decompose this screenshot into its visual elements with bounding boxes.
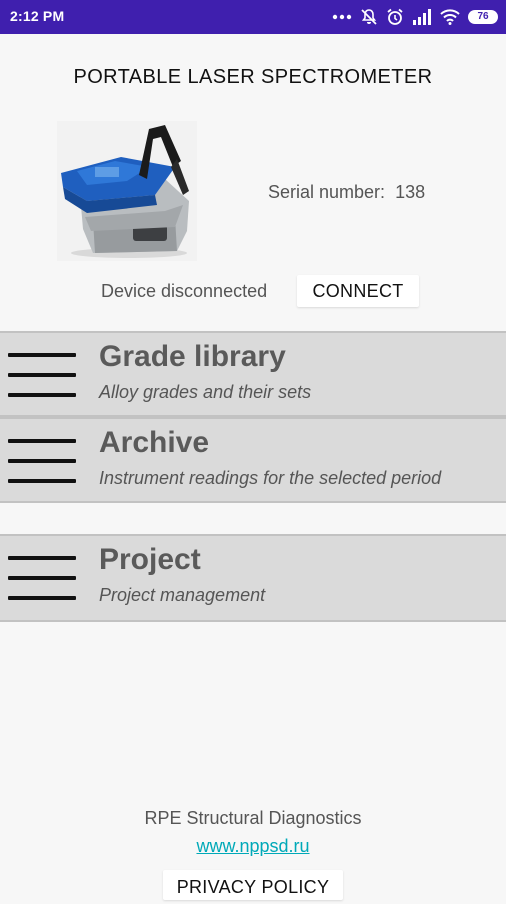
dots-icon bbox=[332, 14, 352, 20]
menu-item-project[interactable]: Project Project management bbox=[0, 534, 506, 622]
connection-status: Device disconnected bbox=[101, 281, 268, 301]
privacy-policy-button[interactable]: PRIVACY POLICY bbox=[163, 870, 343, 900]
menu-item-title: Project bbox=[99, 543, 201, 576]
hamburger-icon bbox=[8, 439, 76, 483]
signal-icon bbox=[412, 9, 432, 25]
page-title: PORTABLE LASER SPECTROMETER bbox=[73, 66, 433, 88]
menu-item-grade-library[interactable]: Grade library Alloy grades and their set… bbox=[0, 331, 506, 417]
muted-icon bbox=[360, 8, 378, 26]
status-bar: 2:12 PM 76 bbox=[0, 0, 506, 34]
connect-button[interactable]: CONNECT bbox=[297, 275, 419, 307]
menu-item-title: Grade library bbox=[99, 340, 286, 373]
serial-number-value: 138 bbox=[395, 182, 426, 202]
menu-item-archive[interactable]: Archive Instrument readings for the sele… bbox=[0, 417, 506, 503]
status-time: 2:12 PM bbox=[10, 8, 65, 24]
website-link[interactable]: www.nppsd.ru bbox=[0, 836, 506, 857]
battery-icon: 76 bbox=[468, 10, 498, 24]
menu-item-title: Archive bbox=[99, 426, 210, 459]
serial-number-label: Serial number: bbox=[268, 182, 386, 202]
menu-item-subtitle: Alloy grades and their sets bbox=[99, 382, 312, 402]
status-icons: 76 bbox=[332, 6, 498, 28]
company-name: RPE Structural Diagnostics bbox=[144, 808, 362, 828]
menu-item-subtitle: Instrument readings for the selected per… bbox=[99, 468, 442, 488]
alarm-icon bbox=[386, 8, 404, 26]
spectrometer-device-image bbox=[57, 121, 197, 261]
menu-item-subtitle: Project management bbox=[99, 585, 266, 605]
hamburger-icon bbox=[8, 353, 76, 397]
hamburger-icon bbox=[8, 556, 76, 600]
wifi-icon bbox=[440, 9, 460, 25]
serial-number: Serial number: 138 bbox=[268, 182, 425, 203]
